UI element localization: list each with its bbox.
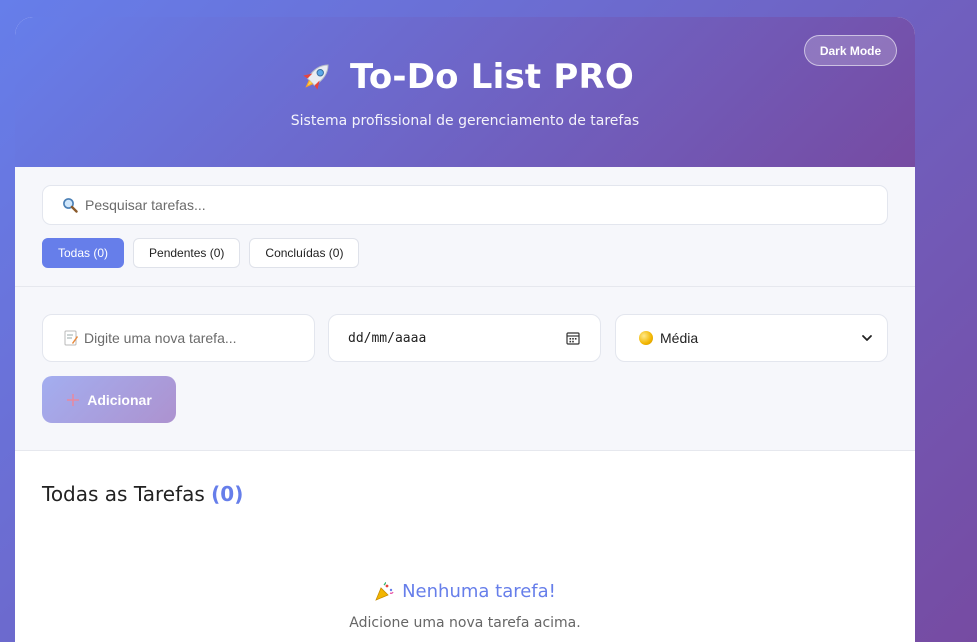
search-input[interactable] (85, 197, 865, 213)
add-task-section: dd/mm/aaaa Média (15, 287, 915, 451)
filter-all[interactable]: Todas (0) (42, 238, 125, 268)
date-input[interactable]: dd/mm/aaaa (348, 331, 426, 346)
app-card: Dark Mode To-Do List PRO Sistema profiss… (15, 17, 915, 642)
title-text: To-Do List PRO (349, 57, 634, 97)
subtitle: Sistema profissional de gerenciamento de… (290, 113, 640, 129)
yellow-circle-icon (639, 331, 653, 345)
tasks-section: Todas as Tarefas (0) Nenhuma tarefa! Adi… (15, 451, 915, 642)
empty-title-text: Nenhuma tarefa! (402, 581, 556, 602)
task-field[interactable] (42, 314, 315, 362)
task-input[interactable] (84, 330, 304, 346)
rocket-icon (296, 57, 336, 97)
app-header: Dark Mode To-Do List PRO Sistema profiss… (15, 17, 915, 167)
tasks-heading: Todas as Tarefas (0) (42, 482, 243, 506)
filter-completed[interactable]: Concluídas (0) (249, 238, 360, 268)
date-field[interactable]: dd/mm/aaaa (328, 314, 601, 362)
priority-select[interactable]: Média (615, 314, 888, 362)
plus-icon (67, 393, 80, 406)
priority-value: Média (660, 330, 699, 346)
tasks-count: (0) (211, 482, 244, 506)
search-icon (63, 198, 78, 213)
chevron-down-icon (862, 335, 872, 341)
tasks-title: Todas as Tarefas (42, 482, 205, 506)
calendar-icon[interactable] (566, 331, 580, 345)
add-button[interactable]: Adicionar (42, 376, 176, 423)
filter-tabs: Todas (0) Pendentes (0) Concluídas (0) (42, 238, 360, 268)
search-section: Todas (0) Pendentes (0) Concluídas (0) (15, 167, 915, 287)
empty-state-subtitle: Adicione uma nova tarefa acima. (349, 615, 581, 631)
add-button-label: Adicionar (87, 391, 152, 408)
page-title: To-Do List PRO (15, 57, 915, 97)
empty-state-title: Nenhuma tarefa! (15, 581, 915, 602)
party-popper-icon (375, 581, 394, 601)
memo-icon (64, 330, 78, 346)
filter-pending[interactable]: Pendentes (0) (133, 238, 241, 268)
search-box[interactable] (42, 185, 888, 225)
